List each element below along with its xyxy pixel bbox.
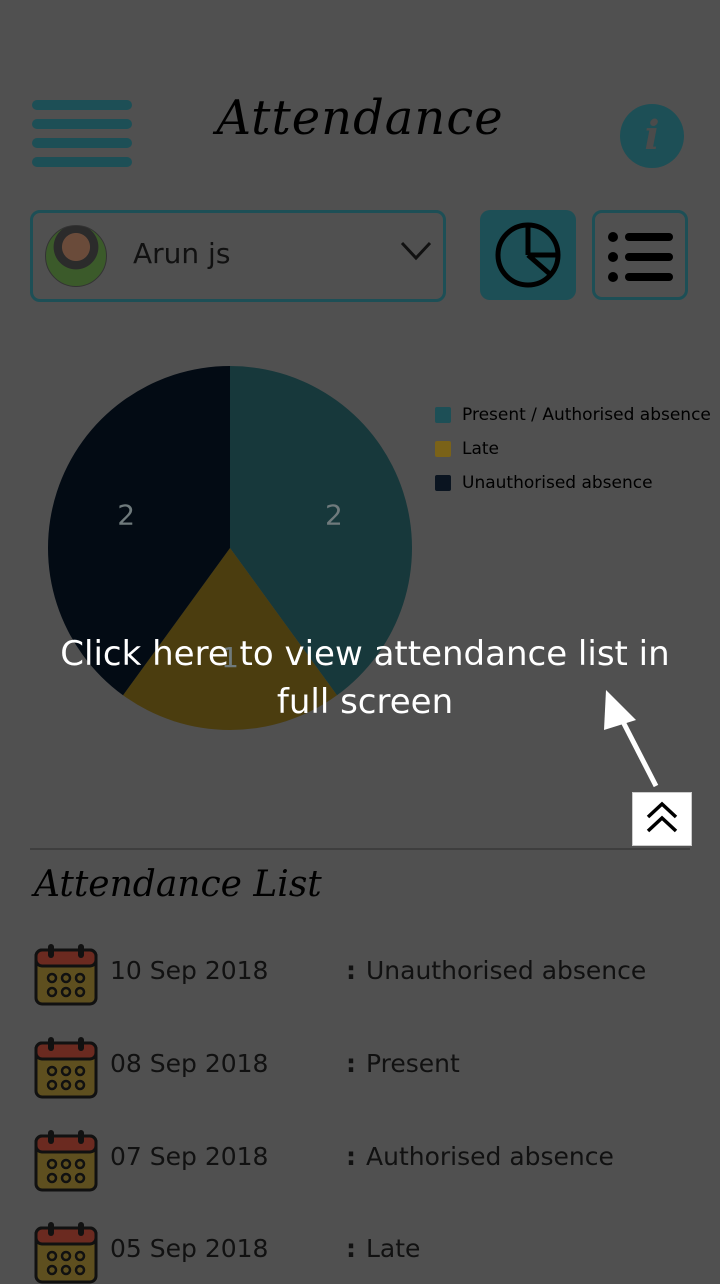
student-select[interactable]: Arun js xyxy=(30,210,446,302)
fullscreen-hint: Click here to view attendance list in fu… xyxy=(60,634,670,722)
pie-view-button[interactable] xyxy=(480,210,576,300)
hamburger-line xyxy=(32,138,132,148)
row-date: 07 Sep 2018 xyxy=(110,1142,269,1171)
row-status: Late xyxy=(366,1234,421,1263)
legend-swatch xyxy=(435,475,451,491)
double-chevron-up-icon xyxy=(646,801,678,833)
pie-data-label: 2 xyxy=(325,498,343,531)
row-date: 05 Sep 2018 xyxy=(110,1234,269,1263)
hamburger-menu-icon xyxy=(32,100,132,110)
legend-item-present: Present / Authorised absence xyxy=(435,398,711,432)
avatar xyxy=(45,225,107,287)
row-status: Present xyxy=(366,1049,460,1078)
hamburger-line xyxy=(32,157,132,167)
row-date: 08 Sep 2018 xyxy=(110,1049,269,1078)
legend-label: Late xyxy=(462,439,500,459)
row-separator: : xyxy=(346,1142,356,1171)
arrow-icon xyxy=(604,690,659,788)
row-separator: : xyxy=(346,1234,356,1263)
pie-chart-icon xyxy=(495,222,561,288)
row-date: 10 Sep 2018 xyxy=(110,956,269,985)
list-icon xyxy=(608,232,673,282)
pie-data-label: 2 xyxy=(117,498,135,531)
row-separator: : xyxy=(346,1049,356,1078)
info-icon: i xyxy=(644,112,660,159)
calendar-icon xyxy=(34,944,98,1006)
page-title: Attendance xyxy=(216,90,504,146)
hamburger-line xyxy=(32,119,132,129)
legend-swatch xyxy=(435,441,451,457)
row-status: Authorised absence xyxy=(366,1142,614,1171)
row-status: Unauthorised absence xyxy=(366,956,647,985)
legend-label: Unauthorised absence xyxy=(462,473,653,493)
list-item: 08 Sep 2018 : Present xyxy=(34,1035,694,1099)
calendar-icon xyxy=(34,1222,98,1284)
list-item: 10 Sep 2018 : Unauthorised absence xyxy=(34,942,694,1006)
list-view-button[interactable] xyxy=(592,210,688,300)
legend-swatch xyxy=(435,407,451,423)
student-select-value: Arun js xyxy=(133,237,231,270)
chart-legend: Present / Authorised absence Late Unauth… xyxy=(435,398,711,500)
legend-item-unauthorised: Unauthorised absence xyxy=(435,466,711,500)
divider xyxy=(30,848,690,850)
legend-item-late: Late xyxy=(435,432,711,466)
calendar-icon xyxy=(34,1130,98,1192)
legend-label: Present / Authorised absence xyxy=(462,405,711,425)
expand-list-button[interactable] xyxy=(632,792,692,846)
chevron-down-icon xyxy=(400,241,432,261)
list-item: 07 Sep 2018 : Authorised absence xyxy=(34,1128,694,1192)
list-item: 05 Sep 2018 : Late xyxy=(34,1220,694,1284)
attendance-list-title: Attendance List xyxy=(34,864,322,905)
row-separator: : xyxy=(346,956,356,985)
calendar-icon xyxy=(34,1037,98,1099)
menu-button[interactable] xyxy=(32,100,132,168)
info-button[interactable]: i xyxy=(620,104,684,168)
